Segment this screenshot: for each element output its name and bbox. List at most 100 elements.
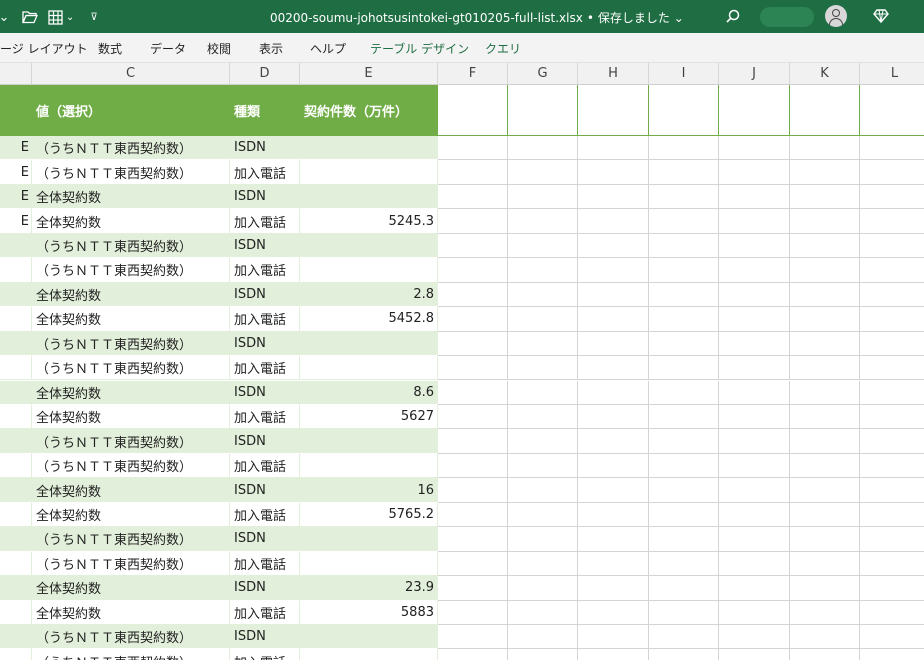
empty-cell[interactable] — [578, 404, 649, 430]
cell-count[interactable]: 5245.3 — [300, 209, 438, 234]
empty-cell[interactable] — [790, 453, 860, 479]
cell-type[interactable]: 加入電話 — [230, 551, 300, 577]
cell-type[interactable]: 加入電話 — [230, 356, 300, 381]
empty-cell[interactable] — [649, 307, 719, 332]
empty-cell[interactable] — [719, 502, 790, 528]
cell-type[interactable]: ISDN — [230, 527, 300, 552]
empty-cell[interactable] — [860, 209, 924, 234]
empty-cell[interactable] — [508, 184, 578, 210]
empty-cell[interactable] — [508, 160, 578, 185]
header-cell-type[interactable]: 種類 — [230, 85, 300, 136]
empty-cell[interactable] — [649, 331, 719, 357]
cell-count[interactable]: 5452.8 — [300, 307, 438, 332]
empty-cell[interactable] — [578, 184, 649, 210]
empty-cell[interactable] — [649, 453, 719, 479]
empty-cell[interactable] — [790, 209, 860, 234]
empty-cell[interactable] — [719, 600, 790, 625]
empty-cell[interactable] — [649, 502, 719, 528]
empty-cell[interactable] — [719, 307, 790, 332]
empty-cell[interactable] — [790, 502, 860, 528]
empty-cell[interactable] — [860, 576, 924, 601]
cell-type[interactable]: ISDN — [230, 625, 300, 650]
empty-cell[interactable] — [438, 478, 508, 503]
cell-value[interactable]: （うちＮＴＴ東西契約数） — [32, 429, 230, 454]
cell-type[interactable]: 加入電話 — [230, 453, 300, 479]
cell-value[interactable]: （うちＮＴＴ東西契約数） — [32, 356, 230, 381]
empty-cell[interactable] — [438, 331, 508, 357]
table-row[interactable]: E （うちＮＴＴ東西契約数） ISDN — [0, 136, 924, 161]
tab-page-layout[interactable]: ージ レイアウト — [0, 40, 88, 57]
cell-b[interactable] — [0, 625, 32, 650]
cell-value[interactable]: 全体契約数 — [32, 478, 230, 503]
cell-b[interactable] — [0, 453, 32, 479]
empty-cell[interactable] — [508, 576, 578, 601]
empty-cell[interactable] — [508, 258, 578, 283]
tab-review[interactable]: 校閲 — [207, 40, 231, 57]
premium-diamond-icon[interactable] — [873, 8, 889, 24]
empty-cell[interactable] — [860, 625, 924, 650]
cell-count[interactable] — [300, 258, 438, 283]
search-icon[interactable] — [726, 9, 740, 23]
empty-cell[interactable] — [719, 282, 790, 308]
empty-cell[interactable] — [438, 404, 508, 430]
empty-cell[interactable] — [649, 380, 719, 405]
cell-value[interactable]: （うちＮＴＴ東西契約数） — [32, 136, 230, 161]
empty-cell[interactable] — [508, 453, 578, 479]
empty-cell[interactable] — [790, 356, 860, 381]
cell-type[interactable]: 加入電話 — [230, 502, 300, 528]
table-row[interactable]: E 全体契約数 加入電話 5245.3 — [0, 209, 924, 234]
cell-count[interactable]: 5765.2 — [300, 502, 438, 528]
cell-count[interactable] — [300, 184, 438, 210]
cell-b[interactable] — [0, 258, 32, 283]
empty-cell[interactable] — [578, 160, 649, 185]
cell-type[interactable]: 加入電話 — [230, 160, 300, 185]
empty-cell[interactable] — [508, 209, 578, 234]
cell-value[interactable]: 全体契約数 — [32, 209, 230, 234]
cell-type[interactable]: 加入電話 — [230, 600, 300, 625]
table-row[interactable]: （うちＮＴＴ東西契約数）加入電話 — [0, 356, 924, 381]
cell-value[interactable]: 全体契約数 — [32, 307, 230, 332]
empty-cell[interactable] — [508, 649, 578, 660]
cell-b[interactable] — [0, 527, 32, 552]
column-header-k[interactable]: K — [790, 63, 860, 85]
empty-cell[interactable] — [790, 160, 860, 185]
empty-cell[interactable] — [790, 85, 860, 136]
cell-value[interactable]: 全体契約数 — [32, 282, 230, 308]
empty-cell[interactable] — [438, 527, 508, 552]
empty-cell[interactable] — [860, 527, 924, 552]
empty-cell[interactable] — [790, 429, 860, 454]
empty-cell[interactable] — [790, 478, 860, 503]
empty-cell[interactable] — [719, 404, 790, 430]
open-folder-icon[interactable] — [20, 7, 40, 27]
cell-b[interactable] — [0, 404, 32, 430]
empty-cell[interactable] — [438, 307, 508, 332]
cell-type[interactable]: 加入電話 — [230, 307, 300, 332]
empty-cell[interactable] — [790, 576, 860, 601]
cell-type[interactable]: ISDN — [230, 380, 300, 405]
empty-cell[interactable] — [438, 551, 508, 577]
empty-cell[interactable] — [719, 551, 790, 577]
empty-cell[interactable] — [790, 527, 860, 552]
empty-cell[interactable] — [508, 527, 578, 552]
empty-cell[interactable] — [578, 625, 649, 650]
table-row[interactable]: （うちＮＴＴ東西契約数）加入電話 — [0, 551, 924, 577]
header-cell-value[interactable]: 値（選択） — [32, 85, 230, 136]
customize-toolbar-icon[interactable]: ⊽ — [88, 7, 100, 27]
cell-type[interactable]: 加入電話 — [230, 209, 300, 234]
empty-cell[interactable] — [508, 502, 578, 528]
empty-cell[interactable] — [578, 600, 649, 625]
empty-cell[interactable] — [438, 380, 508, 405]
tab-query[interactable]: クエリ — [485, 40, 521, 57]
empty-cell[interactable] — [719, 233, 790, 259]
empty-cell[interactable] — [719, 649, 790, 660]
empty-cell[interactable] — [438, 429, 508, 454]
cell-value[interactable]: 全体契約数 — [32, 380, 230, 405]
cell-type[interactable]: 加入電話 — [230, 258, 300, 283]
empty-cell[interactable] — [508, 85, 578, 136]
empty-cell[interactable] — [578, 233, 649, 259]
cell-value[interactable]: （うちＮＴＴ東西契約数） — [32, 258, 230, 283]
empty-cell[interactable] — [438, 85, 508, 136]
cell-count[interactable] — [300, 136, 438, 161]
column-header-c[interactable]: C — [32, 63, 230, 85]
empty-cell[interactable] — [719, 453, 790, 479]
